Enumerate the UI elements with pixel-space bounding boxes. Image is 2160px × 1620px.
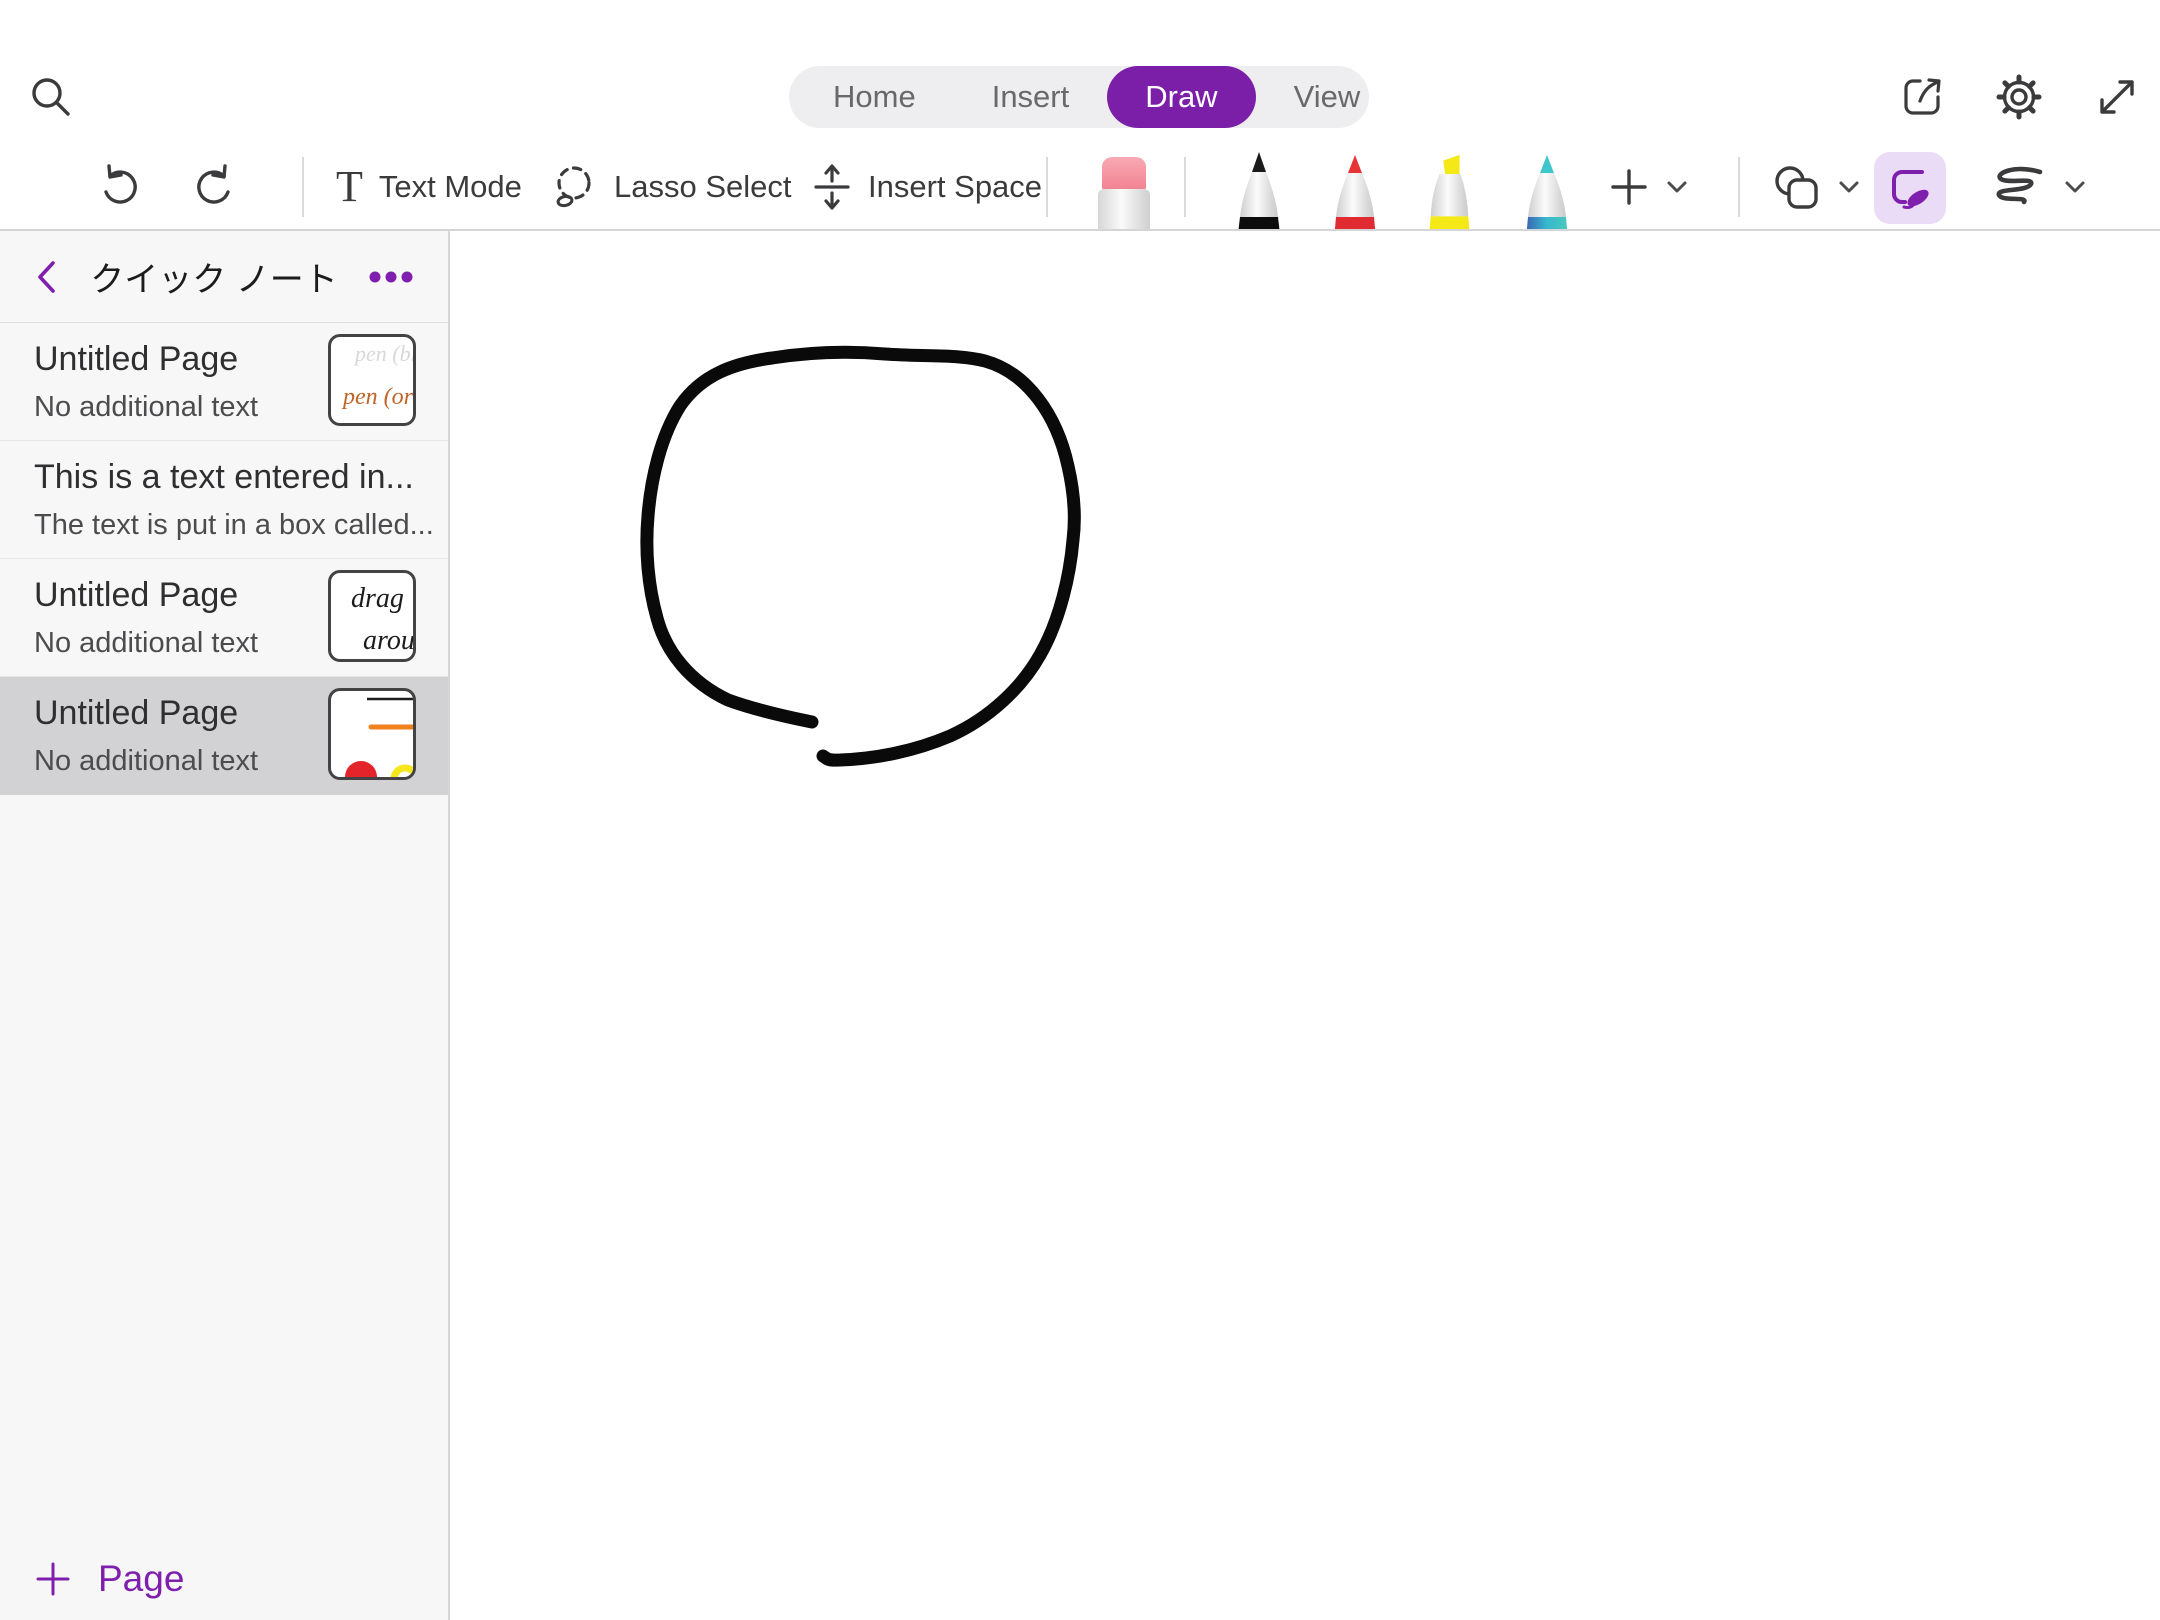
- lasso-icon: [556, 166, 591, 208]
- page-list-sidebar: クイック ノート Untitled Page No additional tex…: [0, 231, 450, 1620]
- tab-draw[interactable]: Draw: [1107, 66, 1256, 128]
- page-list-item-selected[interactable]: Untitled Page No additional text: [0, 677, 448, 795]
- plus-icon: [36, 1562, 70, 1596]
- draw-toolbar: T Text Mode Lasso Select Insert Space: [0, 145, 2160, 231]
- settings-gear-icon[interactable]: [1994, 72, 2044, 122]
- chevron-down-icon: [1839, 181, 1859, 193]
- ribbon-tabs: Home Insert Draw View: [789, 66, 1369, 128]
- add-page-button[interactable]: Page: [0, 1548, 448, 1610]
- toolbar-divider: [1738, 157, 1740, 217]
- onenote-app-window: Home Insert Draw View T Text Mode Lasso …: [0, 0, 2160, 1620]
- page-list-item[interactable]: This is a text entered in... The text is…: [0, 441, 448, 559]
- text-mode-icon: T: [336, 162, 363, 211]
- tab-view[interactable]: View: [1256, 66, 1399, 128]
- thumbnail-ink-preview: [345, 697, 413, 777]
- redo-button[interactable]: [186, 145, 234, 229]
- top-actions: [1896, 72, 2142, 122]
- page-thumbnail: drag arou: [328, 570, 416, 662]
- chevron-down-icon: [2065, 181, 2085, 193]
- lasso-select-label: Lasso Select: [614, 169, 792, 204]
- plus-icon: [1611, 169, 1647, 205]
- page-title: This is a text entered in...: [34, 458, 414, 496]
- add-page-label: Page: [98, 1558, 185, 1599]
- ink-squiggle-icon: [1996, 166, 2043, 205]
- undo-button[interactable]: [100, 145, 148, 229]
- text-mode-label: Text Mode: [378, 169, 522, 204]
- insert-space-label: Insert Space: [868, 169, 1043, 204]
- sidebar-header: クイック ノート: [0, 231, 448, 323]
- text-mode-button[interactable]: T Text Mode: [336, 145, 522, 229]
- thumbnail-text-orange: pen (ora: [343, 384, 413, 410]
- page-subtitle: The text is put in a box called...: [34, 509, 434, 541]
- teal-pen-tool[interactable]: [1522, 151, 1572, 231]
- thumbnail-text: drag: [351, 583, 404, 614]
- black-pen-tool[interactable]: [1234, 151, 1284, 231]
- tab-insert[interactable]: Insert: [954, 66, 1108, 128]
- ink-to-shape-button[interactable]: [1874, 152, 1946, 224]
- ink-to-shape-icon: [1892, 170, 1929, 209]
- eraser-cap: [1102, 157, 1146, 191]
- lasso-select-button[interactable]: Lasso Select: [548, 145, 792, 229]
- toolbar-divider: [1184, 157, 1186, 217]
- notebook-title: クイック ノート: [90, 261, 338, 299]
- add-pen-button[interactable]: [1608, 145, 1688, 229]
- thumbnail-text-faint: pen (bl: [355, 341, 416, 366]
- more-options-icon[interactable]: [368, 270, 414, 284]
- ink-stroke-button[interactable]: [1986, 145, 2086, 229]
- page-list-item[interactable]: Untitled Page No additional text pen (bl…: [0, 323, 448, 441]
- page-thumbnail: pen (bl pen (ora: [328, 334, 416, 426]
- top-bar: Home Insert Draw View: [0, 0, 2160, 145]
- shapes-icon: [1775, 166, 1818, 209]
- shapes-button[interactable]: [1770, 145, 1860, 229]
- red-pen-tool[interactable]: [1330, 151, 1380, 231]
- eraser-tool[interactable]: [1098, 157, 1150, 229]
- toolbar-divider: [1046, 157, 1048, 217]
- expand-fullscreen-icon[interactable]: [2092, 72, 2142, 122]
- hand-drawn-circle-ink: [640, 345, 1081, 767]
- yellow-highlighter-tool[interactable]: [1424, 151, 1474, 231]
- eraser-body: [1098, 189, 1150, 229]
- tab-home[interactable]: Home: [795, 66, 954, 128]
- page-list-item[interactable]: Untitled Page No additional text drag ar…: [0, 559, 448, 677]
- share-icon[interactable]: [1896, 72, 1946, 122]
- thumbnail-text: arou: [363, 625, 415, 656]
- insert-space-button[interactable]: Insert Space: [812, 145, 1042, 229]
- chevron-down-icon: [1667, 181, 1687, 193]
- drawing-canvas[interactable]: [452, 231, 2160, 1620]
- toolbar-divider: [302, 157, 304, 217]
- page-thumbnail: [328, 688, 416, 780]
- back-chevron-icon[interactable]: [34, 259, 60, 295]
- search-icon[interactable]: [26, 72, 76, 122]
- insert-space-icon: [814, 164, 850, 210]
